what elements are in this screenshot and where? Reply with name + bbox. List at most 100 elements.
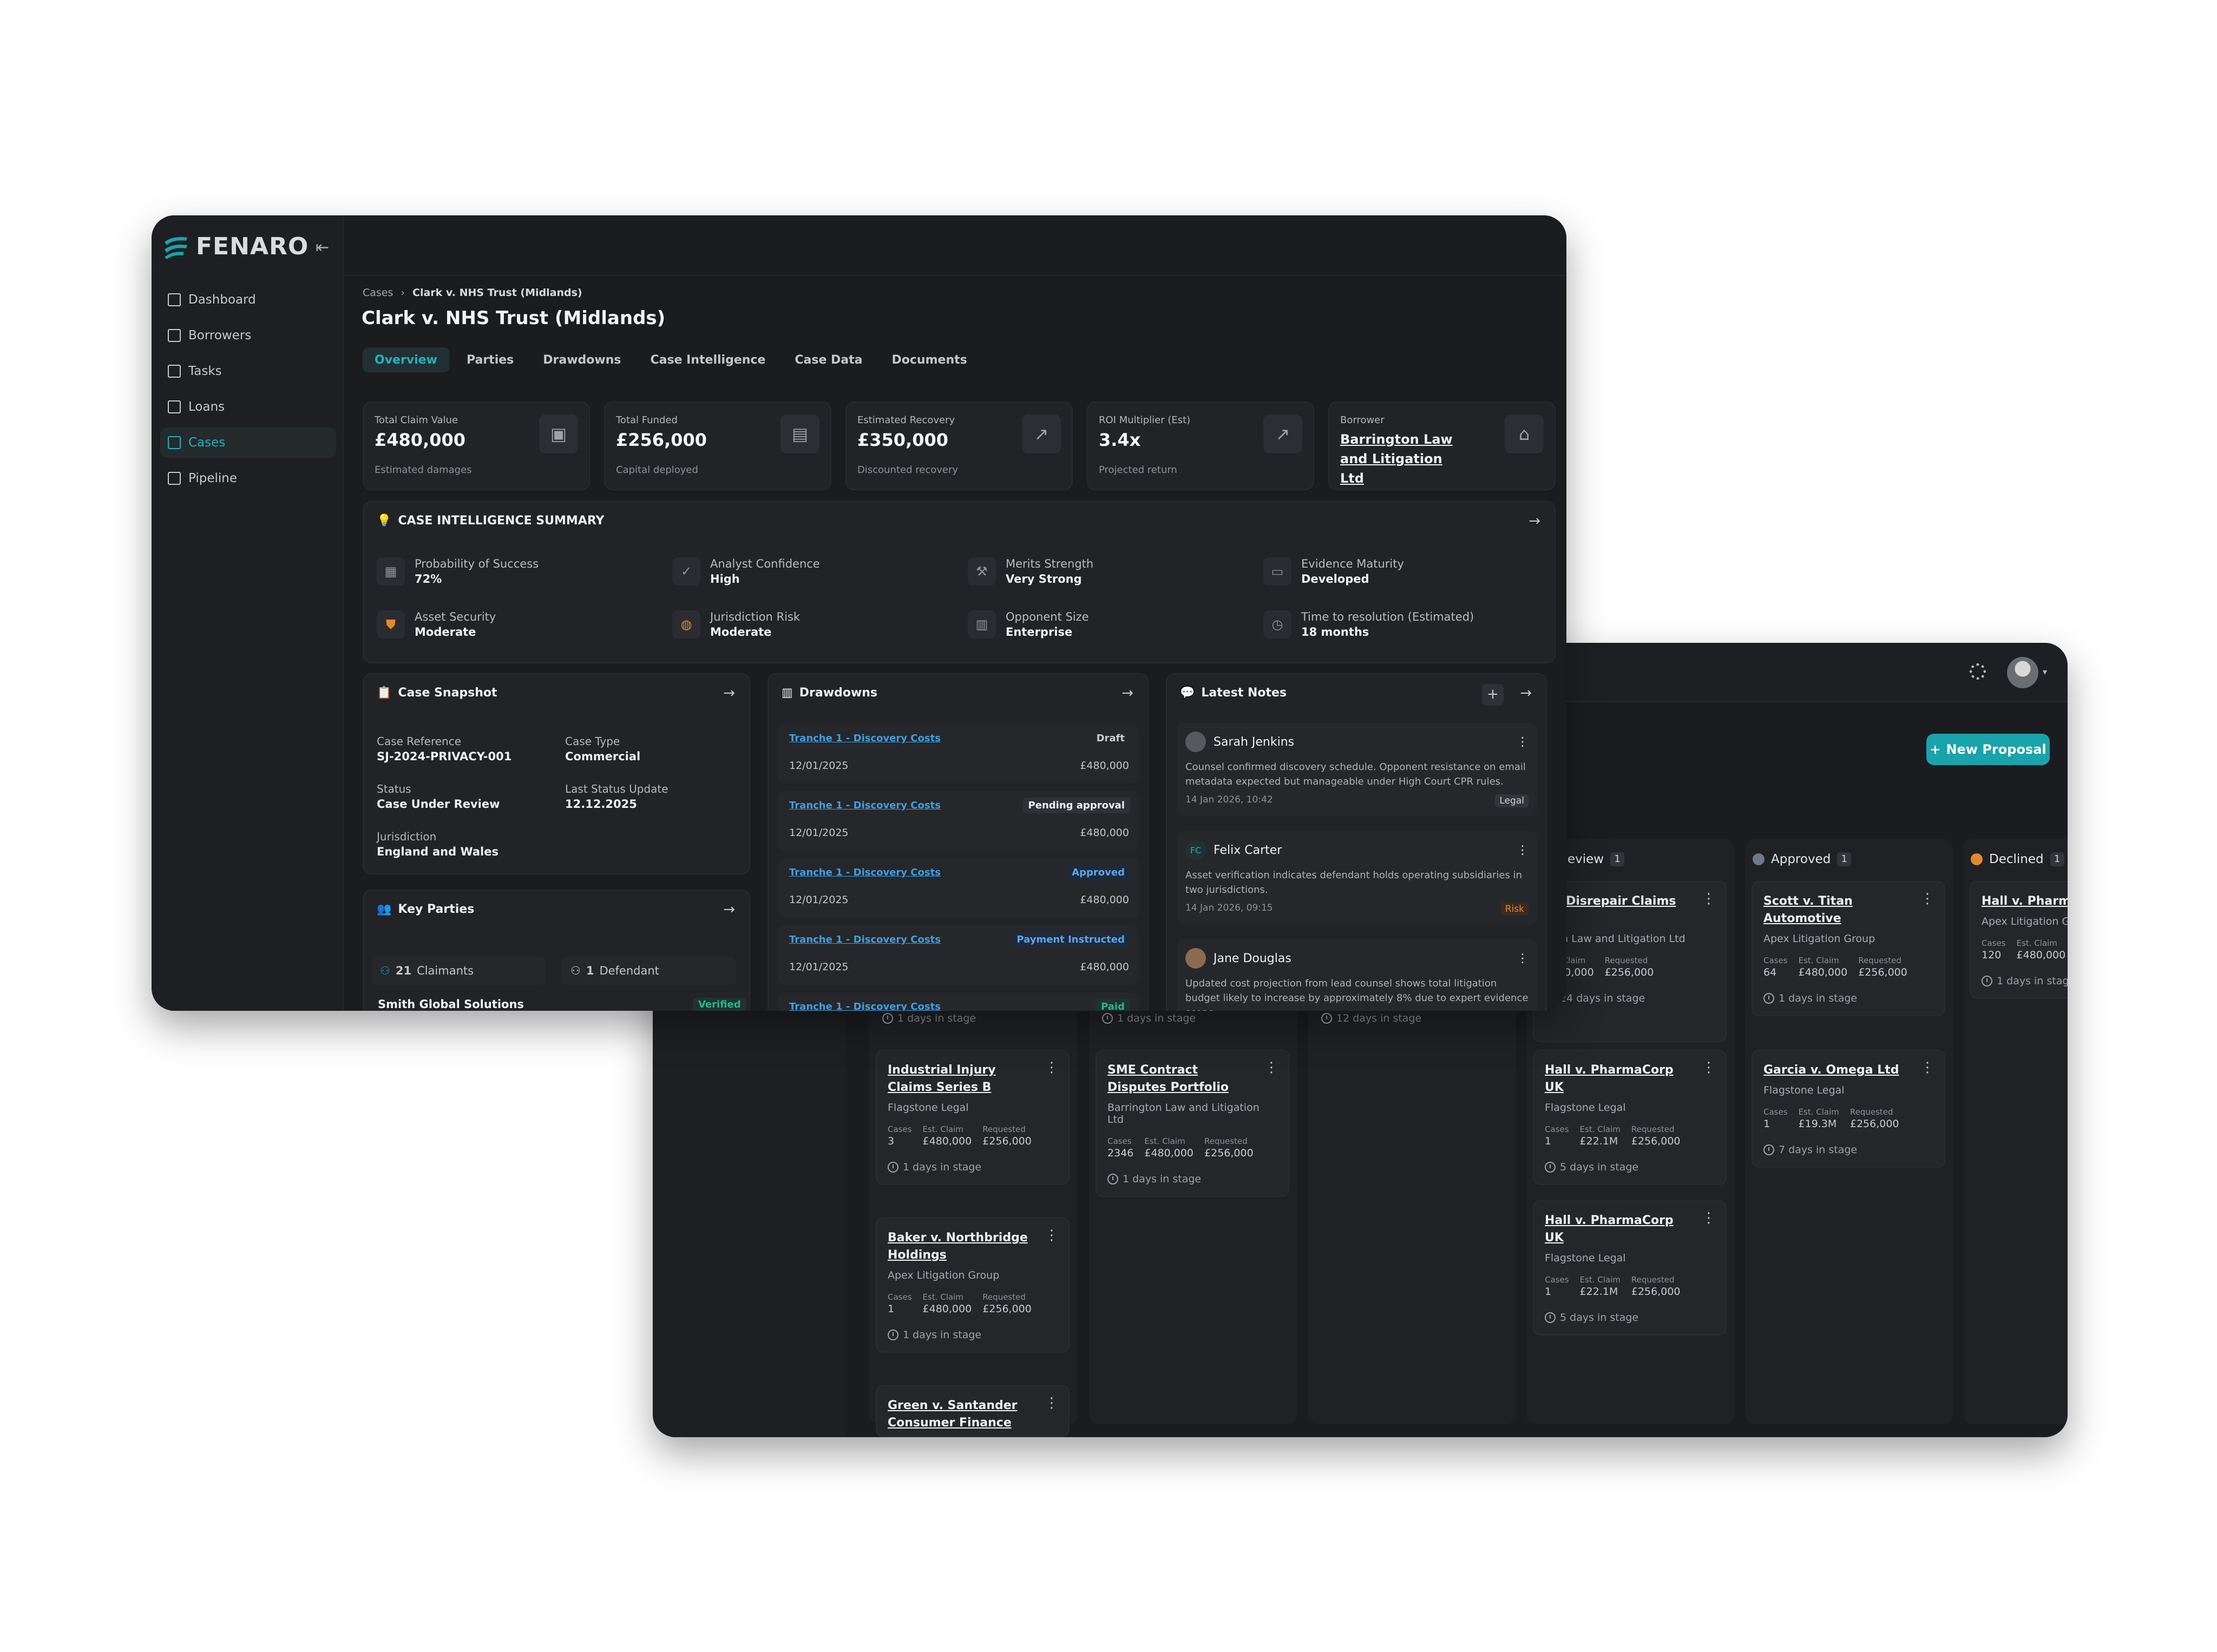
drawdown-row[interactable]: Tranche 1 - Discovery Costs Draft 12/01/… <box>778 724 1139 784</box>
panel-header: 💡 CASE INTELLIGENCE SUMMARY <box>377 514 605 528</box>
tasks-icon <box>168 365 181 378</box>
more-icon[interactable]: ⋮ <box>1517 952 1529 965</box>
panel-header: 👥 Key Parties <box>377 903 475 916</box>
intel-item: ✓ Analyst Confidence High <box>672 557 820 585</box>
pipeline-card[interactable]: Hall v. PharmaCo Apex Litigation Grou Ca… <box>1970 881 2068 999</box>
sidebar-item-pipeline[interactable]: Pipeline <box>160 463 336 493</box>
tab-overview[interactable]: Overview <box>363 347 449 372</box>
chevron-down-icon[interactable]: ▾ <box>2043 667 2047 677</box>
more-icon[interactable]: ⋮ <box>1045 1228 1059 1242</box>
case-snapshot-panel: 📋 Case Snapshot → Case Reference SJ-2024… <box>363 673 750 874</box>
clock-icon <box>888 1162 898 1173</box>
borrower-link[interactable]: Barrington Law and Litigation Ltd <box>1340 430 1470 488</box>
gear-icon[interactable] <box>1970 663 1986 680</box>
arrow-up-right-icon: ↗ <box>1263 414 1302 453</box>
more-icon[interactable]: ⋮ <box>1920 1061 1934 1075</box>
arrow-right-icon[interactable]: → <box>1520 685 1532 701</box>
defendants-pill[interactable]: ⚇ 1 Defendant <box>562 957 736 985</box>
note-tag: Legal <box>1495 794 1529 807</box>
latest-notes-panel: 💬 Latest Notes + → Sarah Jenkins ⋮ Counse… <box>1166 673 1547 1011</box>
days-in-stage: 1 days in stage <box>1102 1012 1196 1024</box>
note-card[interactable]: Jane Douglas ⋮ Updated cost projection fr… <box>1177 939 1537 1011</box>
avatar[interactable] <box>2007 657 2038 688</box>
pipeline-icon <box>168 472 181 485</box>
metric-card-total-funded: Total Funded £256,000 Capital deployed ▤ <box>604 402 831 490</box>
more-icon[interactable]: ⋮ <box>1045 1396 1059 1410</box>
pipeline-card[interactable]: ⋮ SME Contract Disputes Portfolio Barrin… <box>1096 1050 1289 1197</box>
arrow-right-icon[interactable]: → <box>1121 685 1133 701</box>
note-card[interactable]: FC Felix Carter ⋮ Asset verification indic… <box>1177 831 1537 924</box>
arrow-right-icon[interactable]: → <box>723 901 735 918</box>
clock-icon <box>1102 1013 1113 1024</box>
tab-case-intelligence[interactable]: Case Intelligence <box>639 347 778 372</box>
fenaro-logo-icon <box>165 236 187 259</box>
status-dot <box>1753 853 1765 865</box>
tab-case-data[interactable]: Case Data <box>783 347 874 372</box>
more-icon[interactable]: ⋮ <box>1045 1061 1059 1075</box>
tab-parties[interactable]: Parties <box>455 347 526 372</box>
status-badge: Verified <box>693 998 746 1011</box>
folder-icon: ▭ <box>1263 557 1291 585</box>
case-type: Case Type Commercial <box>565 735 641 763</box>
breadcrumb-current: Clark v. NHS Trust (Midlands) <box>412 287 582 299</box>
claimants-pill[interactable]: ⚇ 21 Claimants <box>371 957 546 985</box>
page-title: Clark v. NHS Trust (Midlands) <box>362 307 666 329</box>
intel-item: ◍ Jurisdiction Risk Moderate <box>672 610 800 639</box>
new-proposal-button[interactable]: + New Proposal <box>1926 734 2050 765</box>
add-note-button[interactable]: + <box>1482 684 1504 706</box>
party-name[interactable]: Smith Global Solutions <box>378 998 524 1011</box>
collapse-sidebar-icon[interactable]: ⇤ <box>316 238 329 257</box>
sidebar-item-dashboard[interactable]: Dashboard <box>160 285 336 315</box>
pipeline-card[interactable]: ⋮ Hall v. PharmaCorp UK Flagstone Legal … <box>1533 1050 1727 1185</box>
case-detail-window: FENARO ⇤ Dashboard Borrowers Tasks Loans… <box>152 215 1566 1011</box>
pipeline-card[interactable]: ⋮ Baker v. Northbridge Holdings Apex Lit… <box>876 1217 1070 1353</box>
breadcrumb-root[interactable]: Cases <box>363 287 393 299</box>
sidebar-item-loans[interactable]: Loans <box>160 392 336 422</box>
last-status-update: Last Status Update 12.12.2025 <box>565 782 668 811</box>
case-reference: Case Reference SJ-2024-PRIVACY-001 <box>377 735 512 763</box>
columns-icon: ▥ <box>782 686 793 700</box>
arrow-right-icon[interactable]: → <box>1529 513 1540 529</box>
avatar <box>1185 732 1206 752</box>
tab-documents[interactable]: Documents <box>880 347 979 372</box>
drawdown-row[interactable]: Tranche 1 - Discovery Costs Payment Inst… <box>778 925 1139 985</box>
drawdown-row[interactable]: Tranche 1 - Discovery Costs Pending appr… <box>778 791 1139 851</box>
pipeline-card[interactable]: ⋮ Garcia v. Omega Ltd Flagstone Legal Ca… <box>1752 1050 1945 1168</box>
more-icon[interactable]: ⋮ <box>1264 1061 1278 1075</box>
more-icon[interactable]: ⋮ <box>1702 1211 1716 1225</box>
more-icon[interactable]: ⋮ <box>1920 892 1934 906</box>
sidebar-item-borrowers[interactable]: Borrowers <box>160 320 336 351</box>
clock-icon <box>1107 1174 1118 1184</box>
pipeline-card[interactable]: ⋮ Green v. Santander Consumer Finance <box>876 1385 1070 1437</box>
tab-drawdowns[interactable]: Drawdowns <box>531 347 633 372</box>
pipeline-card[interactable]: ⋮ Hall v. PharmaCorp UK Flagstone Legal … <box>1533 1200 1727 1335</box>
avatar: FC <box>1185 840 1206 860</box>
tab-bar: Overview Parties Drawdowns Case Intellig… <box>363 347 979 372</box>
loans-icon <box>168 400 181 413</box>
more-icon[interactable]: ⋮ <box>1517 844 1529 857</box>
more-icon[interactable]: ⋮ <box>1702 892 1716 906</box>
bank-icon: ⌂ <box>1505 414 1544 453</box>
metric-card-total-claim: Total Claim Value £480,000 Estimated dam… <box>363 402 590 490</box>
pipeline-card[interactable]: ⋮ Scott v. Titan Automotive Apex Litigat… <box>1752 881 1945 1016</box>
days-in-stage: 1 days in stage <box>882 1012 976 1024</box>
more-icon[interactable]: ⋮ <box>1517 735 1529 749</box>
more-icon[interactable]: ⋮ <box>1702 1061 1716 1075</box>
intel-item: ▭ Evidence Maturity Developed <box>1263 557 1404 585</box>
metric-card-borrower: Borrower Barrington Law and Litigation L… <box>1328 402 1556 490</box>
trend-up-icon: ↗ <box>1022 414 1061 453</box>
chevron-right-icon: › <box>401 287 405 299</box>
note-tag: Risk <box>1500 903 1529 916</box>
users-icon: 👥 <box>377 903 392 916</box>
clock-icon <box>882 1013 893 1024</box>
sidebar-item-tasks[interactable]: Tasks <box>160 356 336 386</box>
note-card[interactable]: Sarah Jenkins ⋮ Counsel confirmed discove… <box>1177 723 1537 816</box>
status-badge: Draft <box>1096 733 1125 744</box>
arrow-right-icon[interactable]: → <box>723 685 735 701</box>
pipeline-card[interactable]: ⋮ Industrial Injury Claims Series B Flag… <box>876 1050 1070 1185</box>
brand-logo[interactable]: FENARO <box>162 233 309 260</box>
breadcrumb: Cases › Clark v. NHS Trust (Midlands) <box>363 287 582 299</box>
drawdown-row[interactable]: Tranche 1 - Discovery Costs Paid <box>778 992 1139 1011</box>
drawdown-row[interactable]: Tranche 1 - Discovery Costs Approved 12/… <box>778 858 1139 918</box>
sidebar-item-cases[interactable]: Cases <box>160 427 336 458</box>
